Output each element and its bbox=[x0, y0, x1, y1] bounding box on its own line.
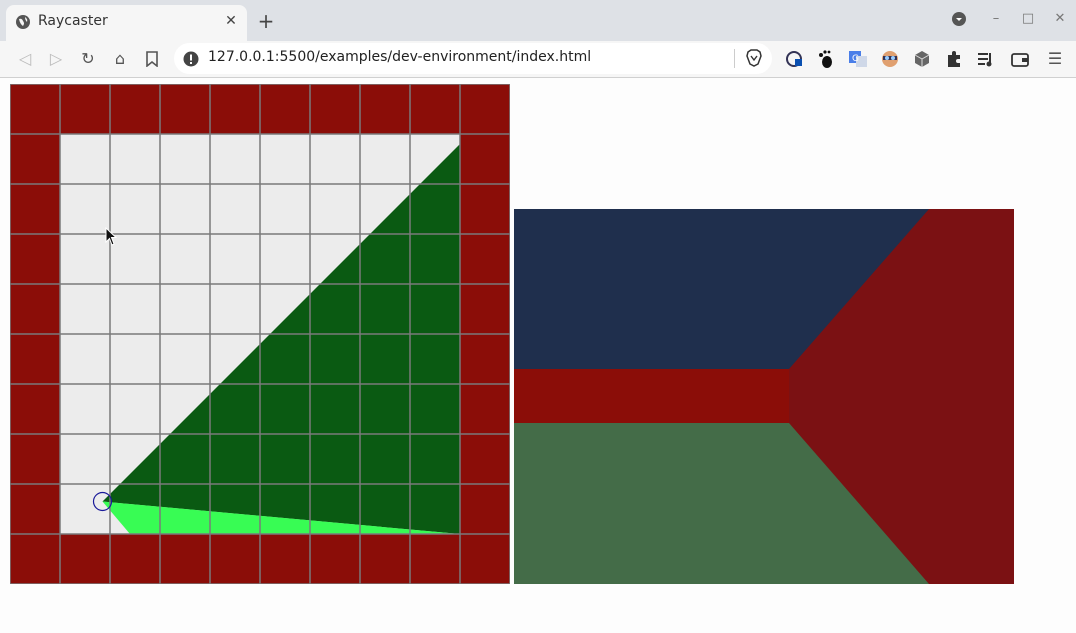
map-floor-cell bbox=[260, 134, 310, 184]
map-wall-cell bbox=[10, 384, 60, 434]
map-floor-cell bbox=[110, 334, 160, 384]
map-wall-cell bbox=[10, 484, 60, 534]
not-secure-icon bbox=[183, 51, 199, 67]
map-canvas[interactable] bbox=[10, 84, 510, 584]
close-tab-icon[interactable]: ✕ bbox=[223, 13, 239, 29]
brave-shields-icon[interactable] bbox=[745, 49, 763, 67]
map-wall-cell bbox=[210, 84, 260, 134]
map-floor-cell bbox=[60, 484, 110, 534]
map-wall-cell bbox=[360, 84, 410, 134]
map-wall-cell bbox=[310, 84, 360, 134]
map-wall-cell bbox=[460, 84, 510, 134]
map-wall-cell bbox=[60, 84, 110, 134]
map-wall-cell bbox=[460, 184, 510, 234]
navigation-toolbar: ◁ ▷ ↻ ⌂ 127.0.0.1:5500/examples/dev-envi… bbox=[0, 41, 1076, 78]
url-separator bbox=[734, 49, 735, 68]
map-floor-cell bbox=[60, 434, 110, 484]
tab-title: Raycaster bbox=[38, 13, 108, 29]
front-wall bbox=[514, 369, 789, 423]
gnome-icon[interactable] bbox=[816, 49, 836, 69]
map-wall-cell bbox=[10, 84, 60, 134]
map-wall-cell bbox=[460, 134, 510, 184]
map-floor-cell bbox=[110, 134, 160, 184]
map-floor-cell bbox=[160, 234, 210, 284]
address-bar[interactable]: 127.0.0.1:5500/examples/dev-environment/… bbox=[174, 43, 772, 74]
tab-bar: Raycaster ✕ + – □ ✕ bbox=[0, 0, 1076, 41]
map-wall-cell bbox=[10, 534, 60, 584]
map-wall-cell bbox=[160, 534, 210, 584]
url-text: 127.0.0.1:5500/examples/dev-environment/… bbox=[208, 49, 592, 65]
map-floor-cell bbox=[210, 184, 260, 234]
media-playlist-icon[interactable] bbox=[976, 49, 996, 69]
map-wall-cell bbox=[260, 84, 310, 134]
map-floor-cell bbox=[60, 384, 110, 434]
map-floor-cell bbox=[60, 234, 110, 284]
map-wall-cell bbox=[10, 134, 60, 184]
map-wall-cell bbox=[460, 234, 510, 284]
avatar-extension-icon[interactable] bbox=[880, 49, 900, 69]
map-wall-cell bbox=[260, 534, 310, 584]
maximize-button[interactable]: □ bbox=[1018, 9, 1038, 29]
map-wall-cell bbox=[360, 534, 410, 584]
map-floor-cell bbox=[160, 134, 210, 184]
map-wall-cell bbox=[460, 334, 510, 384]
tab-raycaster[interactable]: Raycaster ✕ bbox=[6, 5, 247, 41]
map-wall-cell bbox=[160, 84, 210, 134]
map-wall-cell bbox=[410, 534, 460, 584]
map-floor-cell bbox=[310, 134, 360, 184]
password-manager-icon[interactable] bbox=[784, 49, 804, 69]
map-floor-cell bbox=[60, 184, 110, 234]
tab-search-dropdown-icon[interactable] bbox=[949, 9, 969, 29]
map-wall-cell bbox=[10, 284, 60, 334]
map-wall-cell bbox=[110, 84, 160, 134]
globe-icon bbox=[16, 15, 30, 29]
map-wall-cell bbox=[460, 484, 510, 534]
map-floor-cell bbox=[160, 284, 210, 334]
map-floor-cell bbox=[160, 184, 210, 234]
map-floor-cell bbox=[60, 334, 110, 384]
new-tab-button[interactable]: + bbox=[256, 11, 276, 31]
map-floor-cell bbox=[110, 384, 160, 434]
map-wall-cell bbox=[60, 534, 110, 584]
map-floor-cell bbox=[60, 284, 110, 334]
map-wall-cell bbox=[10, 434, 60, 484]
wallet-icon[interactable] bbox=[1010, 49, 1030, 69]
map-floor-cell bbox=[210, 284, 260, 334]
reload-button[interactable]: ↻ bbox=[76, 47, 100, 71]
home-button[interactable]: ⌂ bbox=[108, 47, 132, 71]
map-floor-cell bbox=[310, 184, 360, 234]
cube-extension-icon[interactable] bbox=[912, 49, 932, 69]
puzzle-extensions-icon[interactable] bbox=[944, 49, 964, 69]
map-wall-cell bbox=[10, 234, 60, 284]
map-wall-cell bbox=[460, 434, 510, 484]
map-floor-cell bbox=[260, 184, 310, 234]
map-wall-cell bbox=[460, 534, 510, 584]
map-wall-cell bbox=[210, 534, 260, 584]
svg-text:G: G bbox=[852, 54, 859, 64]
close-window-button[interactable]: ✕ bbox=[1050, 9, 1070, 29]
map-floor-cell bbox=[260, 234, 310, 284]
map-floor-cell bbox=[360, 134, 410, 184]
map-floor-cell bbox=[110, 284, 160, 334]
map-wall-cell bbox=[110, 534, 160, 584]
forward-button[interactable]: ▷ bbox=[44, 47, 68, 71]
map-wall-cell bbox=[460, 384, 510, 434]
menu-button[interactable]: ☰ bbox=[1043, 47, 1067, 71]
scene-3d-canvas bbox=[514, 209, 1014, 584]
minimize-button[interactable]: – bbox=[986, 9, 1006, 29]
map-wall-cell bbox=[460, 284, 510, 334]
map-wall-cell bbox=[410, 84, 460, 134]
map-wall-cell bbox=[310, 534, 360, 584]
map-floor-cell bbox=[60, 134, 110, 184]
map-wall-cell bbox=[10, 184, 60, 234]
map-floor-cell bbox=[160, 334, 210, 384]
map-wall-cell bbox=[10, 334, 60, 384]
map-floor-cell bbox=[210, 134, 260, 184]
map-floor-cell bbox=[210, 234, 260, 284]
translate-icon[interactable]: G bbox=[848, 49, 868, 69]
mouse-cursor-icon bbox=[105, 227, 118, 246]
back-button[interactable]: ◁ bbox=[13, 47, 37, 71]
bookmark-button[interactable] bbox=[140, 47, 164, 71]
